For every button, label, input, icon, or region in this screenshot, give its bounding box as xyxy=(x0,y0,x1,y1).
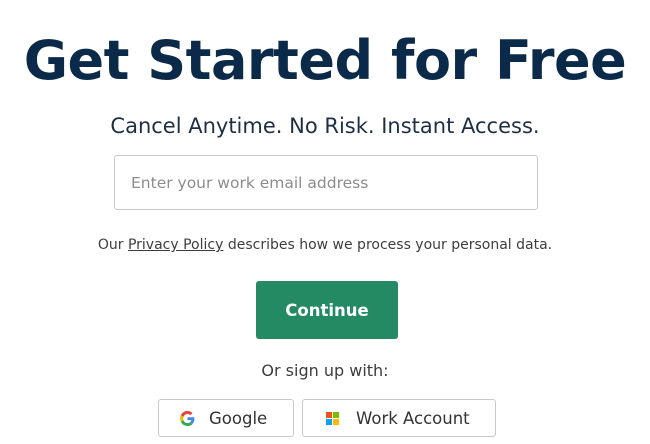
work-account-signup-button[interactable]: Work Account xyxy=(302,399,496,437)
microsoft-icon xyxy=(324,410,340,426)
google-button-label: Google xyxy=(209,408,268,428)
signup-page: Get Started for Free Cancel Anytime. No … xyxy=(0,0,650,444)
continue-button[interactable]: Continue xyxy=(256,281,398,339)
privacy-prefix: Our xyxy=(97,237,128,253)
page-subtitle: Cancel Anytime. No Risk. Instant Access. xyxy=(110,114,540,138)
google-signup-button[interactable]: Google xyxy=(158,399,294,437)
page-title: Get Started for Free xyxy=(23,29,627,92)
google-icon xyxy=(179,410,195,426)
privacy-policy-link[interactable]: Privacy Policy xyxy=(128,237,223,253)
email-field[interactable] xyxy=(114,155,538,210)
or-sign-up-label: Or sign up with: xyxy=(261,361,389,380)
work-account-button-label: Work Account xyxy=(356,408,470,428)
privacy-suffix: describes how we process your personal d… xyxy=(223,237,553,253)
privacy-notice: Our Privacy Policy describes how we proc… xyxy=(0,235,650,255)
